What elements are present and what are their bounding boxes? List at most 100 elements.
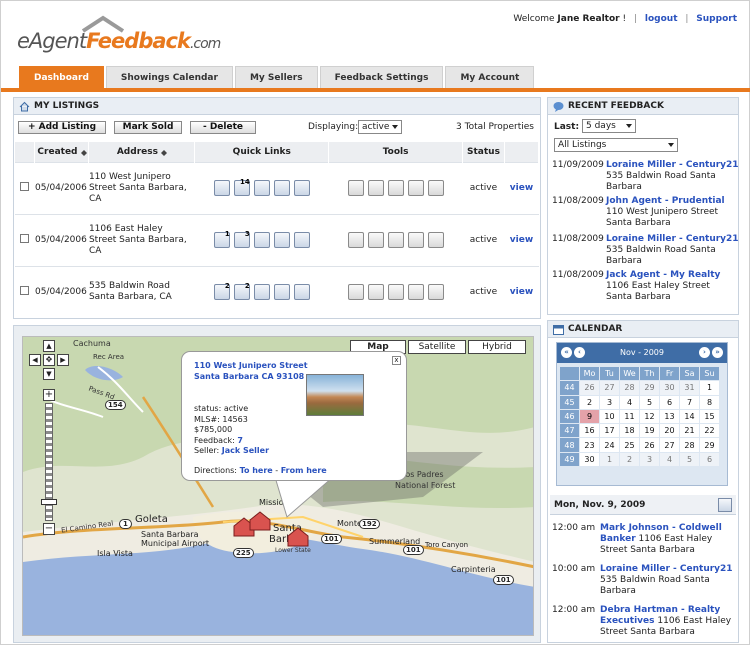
calendar-day[interactable]: 30: [659, 380, 680, 396]
calendar-day[interactable]: 11: [619, 408, 640, 425]
brand-logo[interactable]: eAgentFeedback.com: [17, 15, 221, 59]
row-checkbox[interactable]: [20, 234, 30, 243]
calendar-day[interactable]: 6: [699, 451, 720, 468]
feedback-agent-link[interactable]: Jack Agent - My Realty: [606, 270, 720, 281]
property-marker-icon[interactable]: [249, 511, 271, 531]
upload-icon[interactable]: [387, 180, 404, 196]
calendar-day[interactable]: 15: [699, 408, 720, 425]
report-chart-icon[interactable]: 1: [213, 230, 230, 248]
calendar-day[interactable]: 14: [679, 408, 700, 425]
support-link[interactable]: Support: [696, 14, 737, 24]
logout-link[interactable]: logout: [645, 14, 678, 24]
calendar-day[interactable]: 28: [679, 437, 700, 453]
zoom-in-button[interactable]: +: [43, 389, 55, 401]
feedback-chart-icon[interactable]: [293, 180, 310, 196]
calendar-day[interactable]: 2: [619, 451, 640, 468]
row-checkbox[interactable]: [20, 182, 30, 191]
calendar-day[interactable]: 22: [699, 423, 720, 439]
edit-listing-icon[interactable]: [347, 232, 364, 248]
popup-seller-link[interactable]: Jack Seller: [222, 446, 269, 455]
print-icon[interactable]: [367, 232, 384, 248]
calendar-day[interactable]: 12: [639, 408, 660, 425]
calendar-day[interactable]: 20: [659, 423, 680, 439]
view-link[interactable]: view: [510, 183, 533, 193]
tab-dashboard[interactable]: Dashboard: [19, 66, 104, 88]
calendar-day[interactable]: 21: [679, 423, 700, 439]
days-filter-select[interactable]: 5 days: [582, 119, 636, 133]
calendar-day[interactable]: 28: [619, 380, 640, 396]
notes-icon[interactable]: [407, 232, 424, 248]
add-listing-button[interactable]: + Add Listing: [18, 121, 106, 134]
calendar-day[interactable]: 26: [579, 380, 600, 396]
market-stats-icon[interactable]: [273, 180, 290, 196]
calendar-day[interactable]: 23: [579, 437, 600, 453]
calendar-day[interactable]: 30: [579, 451, 600, 468]
calendar-day[interactable]: 24: [599, 437, 620, 453]
zoom-slider-handle[interactable]: [41, 499, 57, 505]
close-icon[interactable]: x: [392, 356, 401, 365]
report-chart-icon[interactable]: [213, 180, 230, 196]
add-appointment-icon[interactable]: [718, 498, 732, 512]
email-icon[interactable]: [427, 284, 444, 301]
directions-from-here[interactable]: From here: [281, 466, 327, 475]
zoom-out-button[interactable]: −: [43, 523, 55, 535]
calendar-day[interactable]: 25: [619, 437, 640, 453]
mark-sold-button[interactable]: Mark Sold: [114, 121, 182, 134]
feedback-agent-link[interactable]: Loraine Miller - Century21: [606, 234, 739, 245]
view-link[interactable]: view: [510, 287, 533, 297]
popup-feedback-count[interactable]: 7: [237, 436, 243, 445]
print-icon[interactable]: [367, 180, 384, 196]
prev-month-icon[interactable]: ‹: [574, 347, 585, 358]
print-icon[interactable]: [367, 284, 384, 301]
calendar-day[interactable]: 29: [699, 437, 720, 453]
appointment-agent-link[interactable]: Loraine Miller - Century21: [600, 564, 733, 574]
showing-calendar-icon[interactable]: 3: [233, 230, 250, 248]
map-type-hybrid-button[interactable]: Hybrid: [468, 340, 526, 354]
next-month-icon[interactable]: ›: [699, 347, 710, 358]
status-filter-select[interactable]: active: [358, 120, 402, 134]
map-type-satellite-button[interactable]: Satellite: [408, 340, 466, 354]
calendar-day[interactable]: 19: [639, 423, 660, 439]
feedback-agent-link[interactable]: Loraine Miller - Century21: [606, 160, 739, 171]
feedback-chart-icon[interactable]: [293, 284, 310, 301]
calendar-day[interactable]: 5: [639, 394, 660, 410]
report-chart-icon[interactable]: 2: [213, 282, 230, 301]
upload-icon[interactable]: [387, 284, 404, 301]
next-year-icon[interactable]: »: [712, 347, 723, 358]
property-marker-icon[interactable]: [287, 527, 309, 547]
row-checkbox[interactable]: [20, 286, 30, 296]
calendar-day[interactable]: 8: [699, 394, 720, 410]
calendar-day[interactable]: 17: [599, 423, 620, 439]
market-stats-icon[interactable]: [273, 284, 290, 301]
calendar-day[interactable]: 1: [699, 380, 720, 396]
pan-left-button[interactable]: ◀: [29, 354, 41, 366]
email-icon[interactable]: [427, 232, 444, 248]
upload-icon[interactable]: [387, 232, 404, 248]
map-canvas[interactable]: Cachuma Rec Area Pass Rd 154 Los Padres …: [22, 336, 534, 636]
delete-button[interactable]: - Delete: [190, 121, 256, 134]
edit-listing-icon[interactable]: [347, 180, 364, 196]
pan-down-button[interactable]: ▼: [43, 368, 55, 380]
calendar-day[interactable]: 10: [599, 408, 620, 425]
popup-street[interactable]: 110 West Junipero Street: [194, 360, 394, 371]
calendar-day[interactable]: 5: [679, 451, 700, 468]
prev-year-icon[interactable]: «: [561, 347, 572, 358]
pan-center-button[interactable]: ✥: [43, 354, 55, 366]
calendar-day[interactable]: 18: [619, 423, 640, 439]
notes-icon[interactable]: [407, 180, 424, 196]
calendar-day[interactable]: 6: [659, 394, 680, 410]
showing-calendar-icon[interactable]: 14: [233, 178, 250, 196]
notes-icon[interactable]: [407, 284, 424, 301]
calendar-day[interactable]: 1: [599, 451, 620, 468]
calendar-day[interactable]: 13: [659, 408, 680, 425]
calendar-day[interactable]: 27: [599, 380, 620, 396]
pan-up-button[interactable]: ▲: [43, 340, 55, 352]
seller-icon[interactable]: [253, 232, 270, 248]
email-icon[interactable]: [427, 180, 444, 196]
edit-listing-icon[interactable]: [347, 284, 364, 301]
calendar-day[interactable]: 4: [659, 451, 680, 468]
calendar-day[interactable]: 27: [659, 437, 680, 453]
calendar-day[interactable]: 29: [639, 380, 660, 396]
pan-right-button[interactable]: ▶: [57, 354, 69, 366]
calendar-day[interactable]: 31: [679, 380, 700, 396]
